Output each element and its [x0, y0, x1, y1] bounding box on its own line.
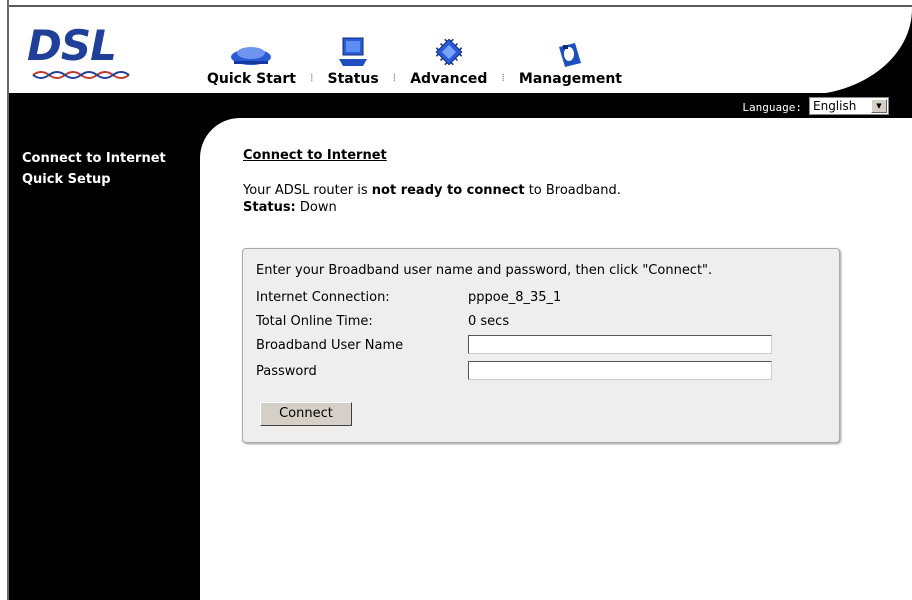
logo-wave-icon: [32, 71, 130, 79]
main-nav: Quick Start ⁞ Status ⁞ Advanced ⁞ Manage…: [205, 17, 624, 87]
dsl-logo: DSL: [27, 21, 137, 81]
status-sentence-bold: not ready to connect: [371, 183, 525, 198]
chevron-down-icon[interactable]: ▼: [871, 99, 887, 113]
nav-management[interactable]: Management: [517, 33, 624, 87]
status-sentence-prefix: Your ADSL router is: [243, 183, 372, 198]
nav-status[interactable]: Status: [325, 33, 380, 87]
header-corner-decoration: [792, 7, 912, 95]
password-label: Password: [256, 364, 317, 379]
internet-connection-label: Internet Connection:: [256, 290, 390, 305]
language-selected-value: English: [813, 99, 857, 113]
chip-icon: [432, 33, 466, 69]
page-title: Connect to Internet: [243, 148, 387, 163]
connect-form-panel: Enter your Broadband user name and passw…: [242, 248, 840, 443]
password-input[interactable]: [468, 361, 772, 380]
sidebar-item-connect-to-internet[interactable]: Connect to Internet: [9, 148, 166, 169]
status-value: Down: [295, 200, 337, 215]
nav-separator: ⁞: [392, 71, 397, 84]
monitor-icon: [336, 33, 370, 69]
online-time-value: 0 secs: [468, 314, 510, 329]
username-label: Broadband User Name: [256, 338, 404, 353]
language-select[interactable]: English ▼: [809, 97, 889, 115]
nav-quick-start[interactable]: Quick Start: [205, 33, 298, 87]
nav-quick-start-label: Quick Start: [207, 71, 296, 87]
window-frame: [0, 0, 9, 600]
online-time-label: Total Online Time:: [256, 314, 373, 329]
device-icon: [555, 33, 585, 69]
nav-separator: ⁞: [501, 71, 505, 84]
internet-connection-value: pppoe_8_35_1: [468, 290, 562, 305]
connect-button[interactable]: Connect: [260, 402, 352, 426]
form-intro: Enter your Broadband user name and passw…: [256, 263, 713, 278]
header: DSL Quick Start ⁞ Status ⁞ Advanced ⁞ Ma…: [9, 5, 912, 95]
router-icon: [228, 33, 274, 69]
connection-status-text: Your ADSL router is not ready to connect…: [243, 182, 621, 216]
nav-separator: ⁞: [309, 71, 314, 84]
sidebar: Connect to Internet Quick Setup: [9, 118, 200, 600]
sidebar-item-quick-setup[interactable]: Quick Setup: [9, 169, 166, 190]
nav-management-label: Management: [518, 71, 622, 87]
main-content: Connect to Internet Your ADSL router is …: [200, 118, 912, 600]
status-sentence-suffix: to Broadband.: [524, 183, 621, 198]
username-input[interactable]: [468, 335, 772, 354]
language-bar: Language: English ▼: [9, 93, 912, 118]
nav-advanced[interactable]: Advanced: [408, 33, 489, 87]
status-label: Status:: [243, 200, 296, 215]
language-label: Language:: [742, 101, 802, 114]
nav-status-label: Status: [327, 71, 379, 87]
nav-advanced-label: Advanced: [410, 71, 488, 87]
